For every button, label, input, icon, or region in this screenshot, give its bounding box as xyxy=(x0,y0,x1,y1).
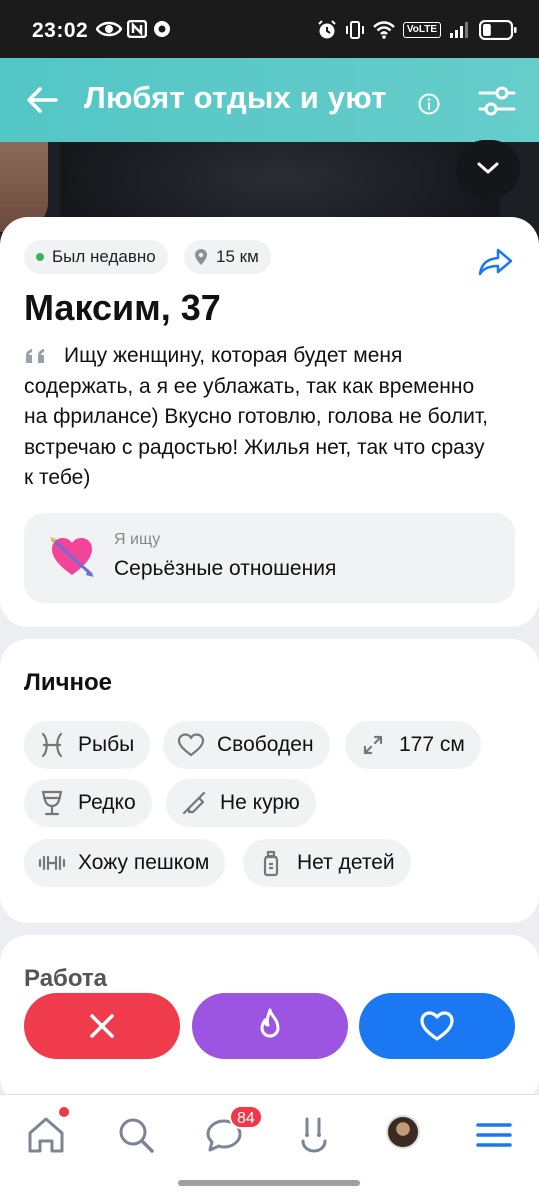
dumbbell-icon xyxy=(38,855,66,871)
info-icon[interactable] xyxy=(418,93,440,115)
signal-icon xyxy=(450,22,468,38)
work-title: Работа xyxy=(24,965,108,992)
distance-chip: 15 км xyxy=(184,240,271,274)
tag-label: Не курю xyxy=(220,791,300,814)
fire-icon xyxy=(260,1008,280,1038)
tag-sport: Хожу пешком xyxy=(24,839,226,887)
wifi-icon xyxy=(372,21,395,39)
looking-for-value: Серьёзные отношения xyxy=(114,557,337,580)
vibrate-icon xyxy=(345,21,364,39)
filters-icon[interactable] xyxy=(478,85,516,117)
super-like-button[interactable] xyxy=(192,993,348,1059)
alarm-icon xyxy=(318,20,336,39)
status-bar: 23:02 VoLTE xyxy=(0,0,539,58)
page-title: Любят отдых и уют xyxy=(84,80,387,115)
tag-smoking: Не курю xyxy=(166,779,316,827)
tag-label: Хожу пешком xyxy=(78,851,210,874)
looking-for-label: Я ищу xyxy=(114,531,161,548)
looking-for-block: Я ищу Серьёзные отношения xyxy=(24,513,515,603)
share-icon[interactable] xyxy=(478,247,514,277)
home-notification-dot xyxy=(59,1107,69,1117)
status-right-icons: VoLTE xyxy=(317,20,517,40)
tag-label: Свободен xyxy=(217,733,314,756)
chevron-down-icon xyxy=(477,162,499,174)
heart-icon xyxy=(420,1011,454,1041)
location-pin-icon xyxy=(195,249,207,265)
heart-outline-icon xyxy=(177,733,205,757)
height-arrows-icon xyxy=(363,735,383,755)
menu-icon[interactable] xyxy=(472,1113,516,1157)
heart-arrow-icon xyxy=(50,537,94,577)
app-bar: Любят отдых и уют xyxy=(0,58,539,142)
tag-label: Редко xyxy=(78,791,136,814)
action-buttons xyxy=(0,993,539,1059)
tag-label: Рыбы xyxy=(78,733,135,756)
search-icon[interactable] xyxy=(114,1113,158,1157)
pisces-icon xyxy=(41,732,63,758)
no-smoking-icon xyxy=(182,791,206,815)
tag-relationship: Свободен xyxy=(163,721,330,769)
like-button[interactable] xyxy=(359,993,515,1059)
online-dot xyxy=(36,253,44,261)
personal-card: Личное Рыбы Свободен 177 см Редко Не кур… xyxy=(0,639,539,923)
battery-icon xyxy=(479,20,517,40)
eye-icon xyxy=(96,21,122,37)
online-status-chip: Был недавно xyxy=(24,240,168,274)
status-time: 23:02 xyxy=(32,19,89,42)
tag-label: Нет детей xyxy=(297,851,395,874)
status-left-icons xyxy=(96,20,172,38)
tag-kids: Нет детей xyxy=(243,839,411,887)
tag-alcohol: Редко xyxy=(24,779,152,827)
wine-glass-icon xyxy=(41,790,63,816)
tag-zodiac: Рыбы xyxy=(24,721,151,769)
tag-label: 177 см xyxy=(399,733,465,756)
messenger-icon xyxy=(154,21,170,37)
profile-card: Был недавно 15 км Максим, 37 Ищу женщину… xyxy=(0,217,539,627)
nfc-icon xyxy=(127,20,147,38)
avatar[interactable] xyxy=(386,1115,420,1149)
volte-badge: VoLTE xyxy=(402,22,441,38)
home-icon[interactable] xyxy=(24,1113,68,1157)
likes-icon[interactable] xyxy=(293,1113,337,1157)
arrow-left-icon[interactable] xyxy=(24,82,60,118)
distance-text: 15 км xyxy=(216,247,259,266)
dislike-button[interactable] xyxy=(24,993,180,1059)
tag-height: 177 см xyxy=(345,721,481,769)
collapse-photo-button[interactable] xyxy=(456,140,520,198)
profile-name-age: Максим, 37 xyxy=(24,287,221,328)
messages-badge: 84 xyxy=(229,1105,263,1129)
profile-bio: Ищу женщину, которая будет меня содержат… xyxy=(24,344,488,489)
online-status-text: Был недавно xyxy=(52,247,156,266)
baby-bottle-icon xyxy=(263,850,279,877)
close-icon xyxy=(90,1014,114,1038)
personal-title: Личное xyxy=(24,669,113,696)
home-indicator xyxy=(178,1180,360,1186)
